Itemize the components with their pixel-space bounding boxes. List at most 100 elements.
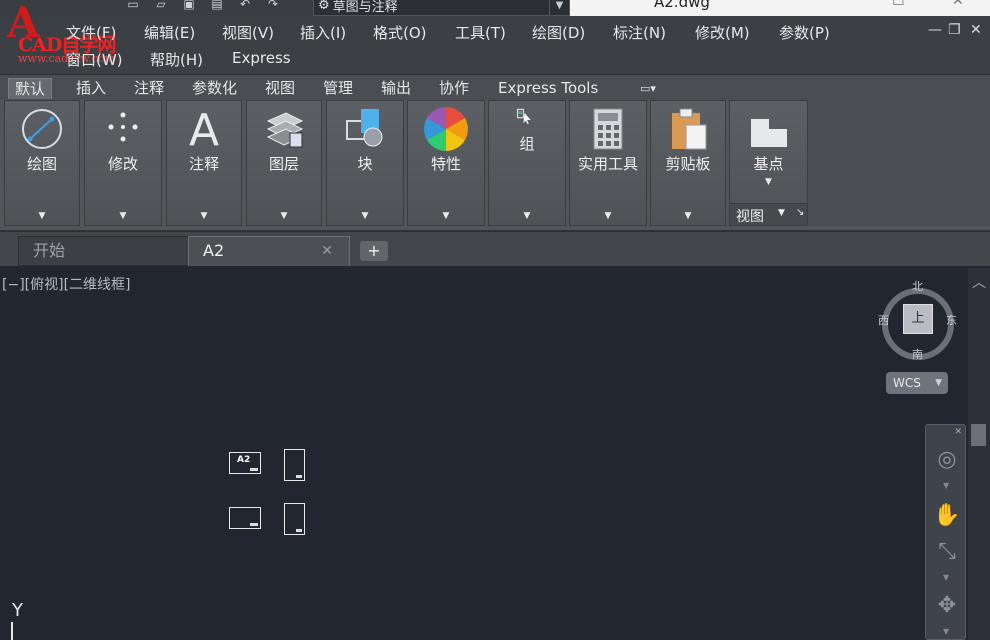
panel-properties[interactable]: 特性 ▼: [407, 100, 485, 226]
panel-view[interactable]: 基点 ▼ 视图 ▼ ↘: [729, 100, 808, 226]
chevron-down-icon[interactable]: ▼: [943, 573, 949, 582]
chevron-down-icon[interactable]: ▼: [85, 211, 161, 221]
chevron-down-icon[interactable]: ▼: [247, 211, 321, 221]
drawing-thumbnail-a2[interactable]: A2: [229, 452, 261, 474]
save-icon[interactable]: ▣: [178, 0, 200, 14]
vertical-scrollbar[interactable]: ︿: [968, 268, 990, 640]
menu-file[interactable]: 文件(F): [66, 22, 116, 43]
compass-north[interactable]: 北: [912, 278, 923, 294]
panel-clipboard[interactable]: 剪贴板 ▼: [650, 100, 726, 226]
menu-dimension[interactable]: 标注(N): [613, 22, 666, 43]
svg-text:A: A: [189, 107, 219, 151]
drawing-thumbnail-landscape[interactable]: [229, 507, 261, 529]
ucs-y-label: Y: [12, 600, 23, 621]
close-icon[interactable]: ✕: [321, 237, 333, 265]
chevron-down-icon[interactable]: ▼: [167, 211, 241, 221]
doc-minimize-icon[interactable]: —: [928, 22, 942, 38]
close-window-icon[interactable]: ✕: [952, 0, 964, 9]
menu-bar: A CAD自学网 www.cadzxw.com 文件(F) 编辑(E) 视图(V…: [0, 2, 990, 74]
panel-utilities[interactable]: 实用工具 ▼: [569, 100, 647, 226]
panel-annotation[interactable]: A 注释 ▼: [166, 100, 242, 226]
chevron-down-icon[interactable]: ▼: [489, 211, 565, 221]
menu-window[interactable]: 窗口(W): [66, 49, 123, 70]
undo-icon[interactable]: ↶: [234, 0, 256, 14]
viewcube[interactable]: 上 北 南 东 西: [878, 276, 960, 366]
new-tab-plus-icon[interactable]: +: [360, 241, 388, 261]
menu-help[interactable]: 帮助(H): [150, 49, 203, 70]
viewcube-top-face[interactable]: 上: [903, 304, 933, 334]
gear-icon: ⚙: [318, 0, 330, 13]
chevron-down-icon[interactable]: ▼: [327, 211, 403, 221]
pan-hand-icon[interactable]: ✋: [932, 501, 962, 531]
restore-window-icon[interactable]: ☐: [892, 0, 905, 9]
redo-icon[interactable]: ↷: [262, 0, 284, 14]
chevron-down-icon[interactable]: ▼: [570, 211, 646, 221]
document-title-bar: A2.dwg ☐ ✕: [570, 0, 990, 16]
thumb-titleblock: [250, 523, 258, 526]
chevron-down-icon[interactable]: ▼: [651, 211, 725, 221]
workspace-switcher[interactable]: ⚙ 草图与注释 ▼: [313, 0, 570, 16]
viewport-controls-label[interactable]: [−][俯视][二维线框]: [2, 274, 131, 294]
ribbon-display-toggle-icon[interactable]: ▭▾: [634, 78, 662, 99]
drawing-viewport[interactable]: [−][俯视][二维线框]: [0, 268, 968, 640]
menu-tools[interactable]: 工具(T): [455, 22, 506, 43]
menu-format[interactable]: 格式(O): [373, 22, 427, 43]
scroll-up-icon[interactable]: ︿: [968, 272, 990, 292]
tab-default[interactable]: 默认: [8, 78, 53, 99]
drawing-thumbnail-portrait-2[interactable]: [284, 503, 305, 535]
tab-parametric[interactable]: 参数化: [186, 78, 243, 99]
zoom-extents-icon[interactable]: ⤡: [932, 537, 962, 567]
compass-west[interactable]: 西: [878, 312, 889, 328]
menu-modify[interactable]: 修改(M): [695, 22, 750, 43]
panel-draw[interactable]: 绘图 ▼: [4, 100, 80, 226]
chevron-down-icon[interactable]: ▼: [408, 211, 484, 221]
tab-insert[interactable]: 插入: [70, 78, 112, 99]
panel-block[interactable]: 块 ▼: [326, 100, 404, 226]
tab-view[interactable]: 视图: [259, 78, 301, 99]
scroll-thumb[interactable]: [971, 424, 986, 446]
menu-view[interactable]: 视图(V): [222, 22, 274, 43]
panel-group[interactable]: 组 ▼: [488, 100, 566, 226]
menu-draw[interactable]: 绘图(D): [532, 22, 585, 43]
doc-restore-icon[interactable]: ❐: [948, 22, 961, 38]
tab-annotate[interactable]: 注释: [128, 78, 170, 99]
tab-express-tools[interactable]: Express Tools: [492, 78, 604, 99]
ribbon: 绘图 ▼ 修改 ▼ A 注释 ▼ 图层 ▼ 块 ▼ 特性 ▼ 组 ▼ 实用工具 …: [0, 100, 990, 230]
thumb-label: A2: [237, 455, 251, 465]
panel-layers[interactable]: 图层 ▼: [246, 100, 322, 226]
thumb-titleblock: [250, 468, 258, 471]
menu-parametric[interactable]: 参数(P): [779, 22, 830, 43]
chevron-down-icon[interactable]: ▼: [549, 0, 569, 15]
close-icon[interactable]: ✕: [954, 427, 962, 437]
tab-manage[interactable]: 管理: [317, 78, 359, 99]
open-file-icon[interactable]: ▱: [150, 0, 172, 14]
view-panel-label[interactable]: 视图: [736, 206, 764, 226]
compass-east[interactable]: 东: [946, 312, 957, 328]
compass-south[interactable]: 南: [912, 346, 923, 362]
menu-express[interactable]: Express: [232, 49, 291, 67]
chevron-down-icon: ▼: [935, 378, 942, 388]
chevron-down-icon[interactable]: ▼: [5, 211, 79, 221]
drawing-thumbnail-portrait[interactable]: [284, 449, 305, 481]
orbit-icon[interactable]: ✥: [932, 591, 962, 621]
tab-output[interactable]: 输出: [375, 78, 417, 99]
chevron-down-icon[interactable]: ▼: [943, 627, 949, 636]
base-point-icon: [750, 119, 787, 147]
tab-start[interactable]: 开始: [18, 236, 190, 266]
menu-edit[interactable]: 编辑(E): [144, 22, 195, 43]
doc-close-icon[interactable]: ✕: [970, 22, 982, 38]
panel-label: 基点: [753, 155, 784, 173]
wcs-menu[interactable]: WCS ▼: [886, 372, 948, 394]
workspace-label: 草图与注释: [332, 0, 398, 15]
chevron-down-icon[interactable]: ▼: [778, 208, 785, 218]
panel-label: 剪贴板: [665, 155, 711, 173]
panel-launcher-icon[interactable]: ↘: [796, 207, 804, 218]
panel-modify[interactable]: 修改 ▼: [84, 100, 162, 226]
chevron-down-icon[interactable]: ▼: [943, 481, 949, 490]
menu-insert[interactable]: 插入(I): [300, 22, 346, 43]
chevron-down-icon[interactable]: ▼: [730, 177, 807, 187]
plot-icon[interactable]: ▤: [206, 0, 228, 14]
tab-a2[interactable]: A2 ✕: [188, 236, 350, 266]
steering-wheel-icon[interactable]: ◎: [932, 445, 962, 475]
tab-collaborate[interactable]: 协作: [433, 78, 475, 99]
